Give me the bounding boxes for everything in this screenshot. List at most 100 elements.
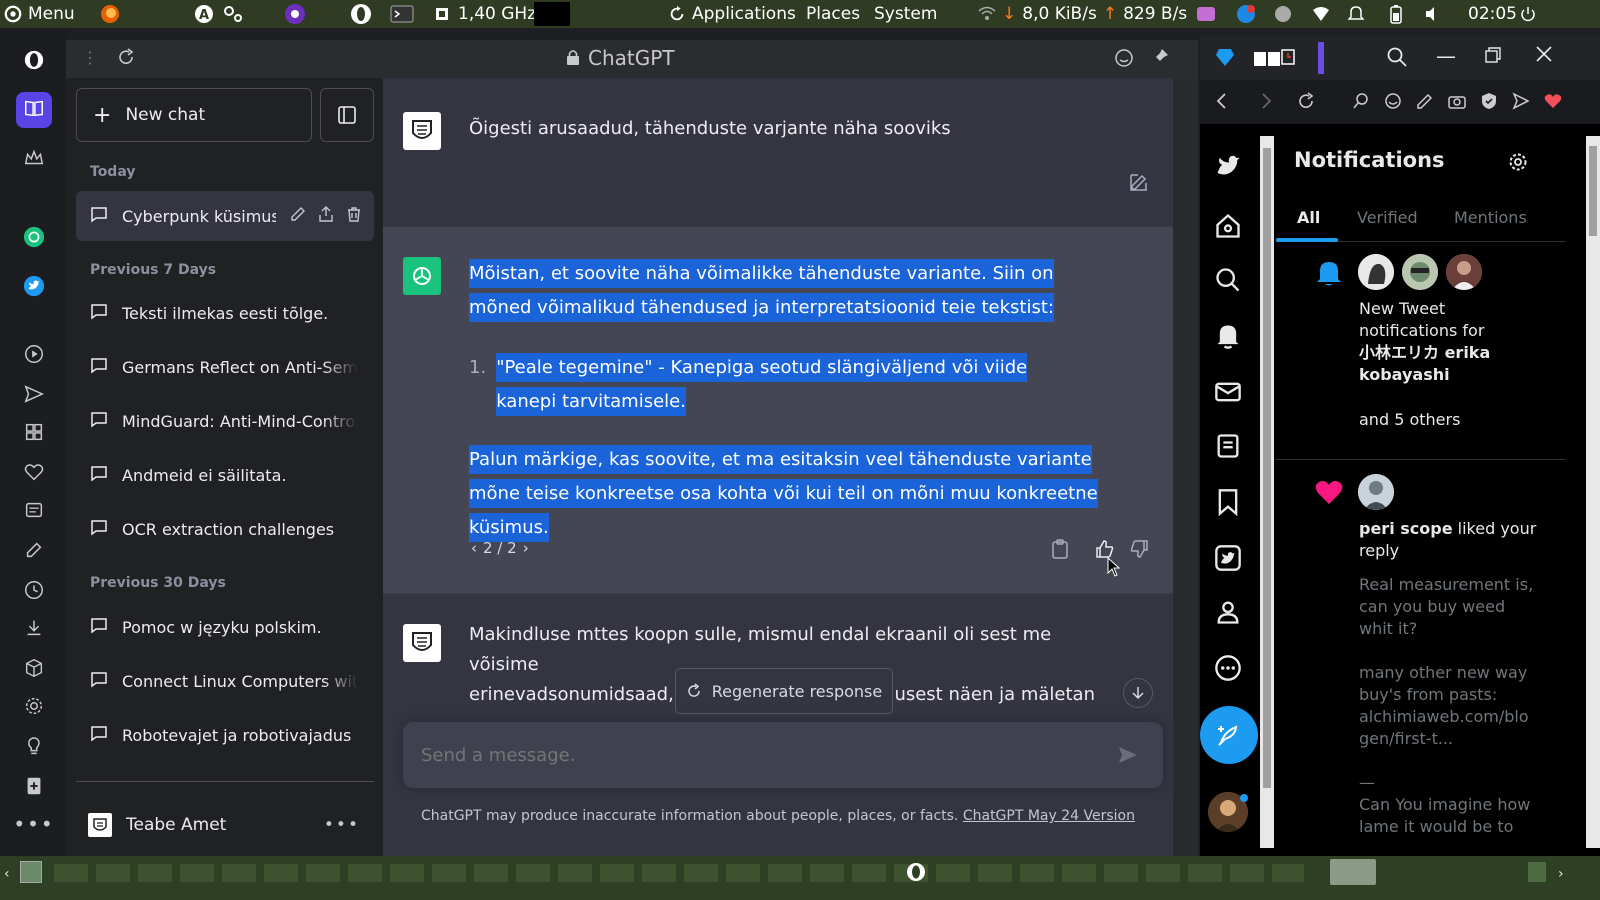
taskbar-scroll-left-icon[interactable]: ‹ [4,866,10,890]
tab-verified[interactable]: Verified [1357,208,1418,227]
pin-button[interactable] [1150,47,1170,71]
tips-button[interactable] [16,730,52,766]
notification-item[interactable]: peri scope liked your reply Real measure… [1276,462,1566,854]
version-link[interactable]: ChatGPT May 24 Version [963,808,1135,824]
share-icon[interactable] [318,206,334,226]
conversation-item[interactable]: Cyberpunk küsimused [76,191,374,241]
tray-notify-icon[interactable] [1236,0,1256,28]
crown-app-button[interactable] [16,142,52,178]
settings-tray-icon[interactable] [222,0,244,28]
conversation-item[interactable]: MindGuard: Anti-Mind-Control [76,396,374,446]
thumbs-down-button[interactable] [1129,539,1149,563]
edit-message-button[interactable] [1129,172,1149,196]
opera-menu-button[interactable] [16,44,52,80]
panel-scrollbar-track[interactable] [1260,136,1274,848]
avatar[interactable] [1358,254,1394,290]
tabs-icon[interactable] [1252,46,1296,72]
opera-taskbar-icon[interactable] [906,862,926,886]
notification-item[interactable]: New Tweet notifications for 小林エリカ erika … [1276,242,1566,460]
avatar[interactable] [1402,254,1438,290]
player-button[interactable] [16,338,52,374]
prev-response-button[interactable]: ‹ [471,539,477,557]
search-button[interactable] [1386,46,1408,72]
reload-button[interactable] [116,47,136,71]
copy-button[interactable] [1051,539,1069,563]
conversation-item[interactable]: Connect Linux Computers with [76,656,374,706]
applications-menu[interactable]: Applications [668,0,796,28]
home-button[interactable] [1210,208,1246,244]
extensions-button[interactable] [16,652,52,688]
close-button[interactable] [1534,44,1554,68]
workspaces-button[interactable] [16,416,52,452]
restore-button[interactable] [1484,46,1502,68]
settings-button[interactable] [16,690,52,726]
taskbar-scroll-right-icon[interactable]: › [1558,866,1564,890]
active-window-button[interactable] [1330,859,1376,885]
avatar[interactable] [1446,254,1482,290]
places-menu[interactable]: Places [806,0,860,28]
accessibility-icon[interactable]: A [194,0,214,28]
profile-button[interactable] [1210,594,1246,630]
explore-button[interactable] [1210,262,1246,298]
notifications-scrollbar-track[interactable] [1586,136,1600,848]
more-button[interactable]: ••• [13,806,52,842]
rename-icon[interactable] [290,206,306,226]
back-button[interactable] [1214,92,1230,114]
downloads-button[interactable] [16,612,52,648]
twitter-logo-button[interactable] [1210,148,1246,184]
notification-bell-icon[interactable] [1348,0,1364,28]
user-menu[interactable]: Teabe Amet ••• [76,800,374,850]
snapshot-button[interactable] [1448,92,1466,114]
tab-all[interactable]: All [1297,208,1320,227]
emoji-button[interactable] [1384,92,1402,114]
message-input-box[interactable] [403,722,1163,788]
bookmarks-heart-button[interactable] [16,456,52,492]
twitter-panel-button[interactable] [16,270,52,306]
minimize-button[interactable]: — [1436,44,1456,68]
drag-handle-icon[interactable]: ⋮ [82,48,98,67]
system-monitor-graph[interactable] [534,2,570,26]
twitter-blue-button[interactable] [1210,540,1246,576]
bookmark-gem-icon[interactable] [1214,46,1236,72]
edit-button[interactable] [1416,92,1434,114]
scroll-to-bottom-button[interactable] [1123,678,1153,708]
conversation-item[interactable]: Teksti ilmekas eesti tõlge. [76,288,374,338]
terminal-icon[interactable] [390,0,414,28]
notifications-button[interactable] [1210,318,1246,354]
bookmark-heart-button[interactable] [1544,92,1562,114]
zoom-button[interactable] [1352,92,1370,114]
cpu-frequency-applet[interactable]: 1,40 GHz [432,0,536,28]
bookmarks-button[interactable] [1210,484,1246,520]
chatgpt-panel-button[interactable] [16,221,52,257]
adblock-button[interactable] [1480,92,1498,114]
regenerate-response-button[interactable]: Regenerate response [675,668,893,714]
taskbar-window-buttons[interactable] [54,864,1304,882]
news-button[interactable] [16,494,52,530]
volume-icon[interactable] [1424,0,1442,28]
send-button[interactable] [16,378,52,414]
messages-button[interactable] [1210,374,1246,410]
network-speed-applet[interactable]: ↓ 8,0 KiB/s ↑ 829 B/s [978,0,1187,28]
edit-snapshot-button[interactable] [16,534,52,570]
more-dots-icon[interactable]: ••• [324,815,374,835]
history-button[interactable] [16,574,52,610]
notification-settings-button[interactable] [1508,152,1528,176]
add-panel-button[interactable] [16,770,52,806]
next-response-button[interactable]: › [523,539,529,557]
new-chat-button[interactable]: + New chat [76,88,312,142]
delete-icon[interactable] [346,206,362,226]
message-input[interactable] [421,740,1101,770]
panel-scrollbar-thumb[interactable] [1263,148,1271,788]
conversation-item[interactable]: Andmeid ei säilitata. [76,450,374,500]
reload-button[interactable] [1296,91,1316,115]
notifications-scrollbar-thumb[interactable] [1589,146,1597,236]
more-button[interactable] [1210,650,1246,686]
toggle-sidebar-button[interactable] [320,88,374,142]
conversation-item[interactable]: Germans Reflect on Anti-Semitism [76,342,374,392]
show-desktop-icon[interactable] [20,861,42,883]
conversation-item[interactable]: OCR extraction challenges [76,504,374,554]
send-button[interactable] [1512,92,1530,114]
battery-icon[interactable] [1386,0,1406,28]
conversation-item[interactable]: Robotevajet ja robotivajadus [76,710,374,760]
avatar[interactable] [1358,474,1394,510]
